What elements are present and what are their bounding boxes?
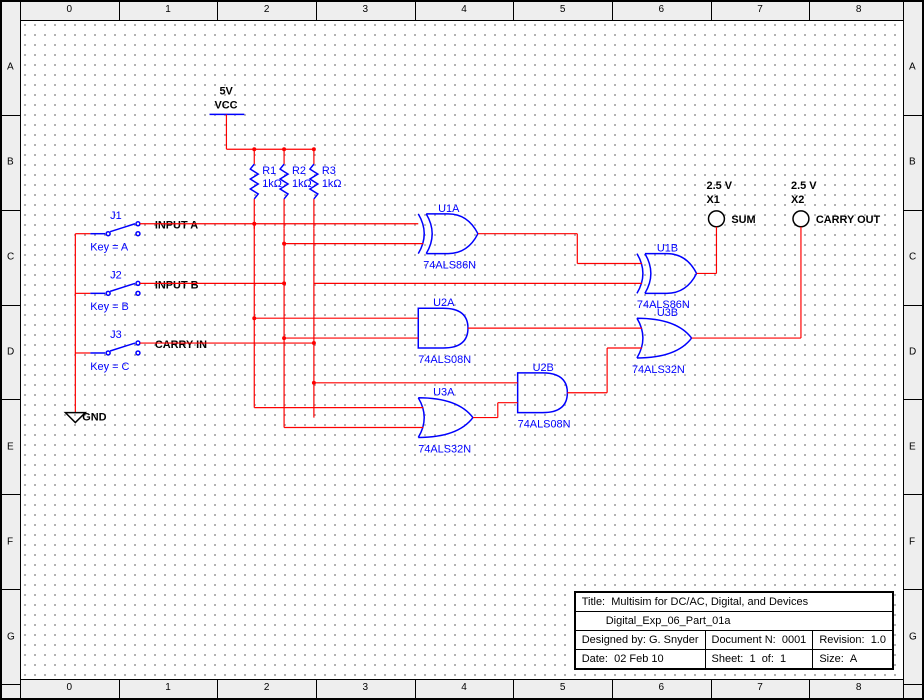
schematic-svg: 5V VCC R1 1kΩ R2 1kΩ xyxy=(20,20,904,680)
probe-X2: 2.5 V X2 CARRY OUT xyxy=(791,180,880,227)
svg-text:GND: GND xyxy=(82,412,106,424)
svg-text:2.5 V: 2.5 V xyxy=(791,180,817,192)
ruler-top: 012345678 xyxy=(2,2,922,21)
svg-text:R1: R1 xyxy=(262,165,276,177)
gnd-symbol: GND xyxy=(65,412,106,424)
switch-J3[interactable]: J3 Key = C CARRY IN xyxy=(90,329,207,373)
ruler-bottom: 012345678 xyxy=(2,679,922,698)
svg-text:1kΩ: 1kΩ xyxy=(322,178,342,190)
svg-text:J1: J1 xyxy=(110,210,122,222)
svg-text:1kΩ: 1kΩ xyxy=(262,178,282,190)
resistor-R3: R3 1kΩ xyxy=(310,149,342,229)
svg-text:SUM: SUM xyxy=(731,214,755,226)
ruler-left: ABCDEFG xyxy=(2,2,21,698)
gate-U3B: U3B 74ALS32N xyxy=(632,307,692,376)
switch-J1[interactable]: J1 Key = A INPUT A xyxy=(90,210,198,254)
gate-U1B: U1B 74ALS86N xyxy=(637,243,697,312)
date: 02 Feb 10 xyxy=(614,653,664,665)
probe-X1: 2.5 V X1 SUM xyxy=(707,180,756,227)
svg-text:CARRY OUT: CARRY OUT xyxy=(816,214,881,226)
gate-U1A: U1A 74ALS86N xyxy=(418,203,478,272)
vcc-symbol: 5V VCC xyxy=(210,86,245,150)
schematic-canvas[interactable]: 5V VCC R1 1kΩ R2 1kΩ xyxy=(20,20,904,680)
svg-text:U3B: U3B xyxy=(657,307,678,319)
ruler-right: ABCDEFG xyxy=(903,2,922,698)
subtitle-text: Digital_Exp_06_Part_01a xyxy=(606,615,731,627)
svg-text:R2: R2 xyxy=(292,165,306,177)
switch-J2[interactable]: J2 Key = B INPUT B xyxy=(90,269,198,313)
title-text: Multisim for DC/AC, Digital, and Devices xyxy=(611,596,808,608)
svg-text:VCC: VCC xyxy=(215,99,238,111)
svg-text:1kΩ: 1kΩ xyxy=(292,178,312,190)
resistor-R1: R1 1kΩ xyxy=(250,149,282,229)
designer: G. Snyder xyxy=(649,634,699,646)
title-block: Title: Multisim for DC/AC, Digital, and … xyxy=(574,591,894,670)
svg-text:U3A: U3A xyxy=(433,387,455,399)
gate-U2A: U2A 74ALS08N xyxy=(418,297,471,366)
svg-text:U2B: U2B xyxy=(533,362,554,374)
svg-text:X2: X2 xyxy=(791,194,804,206)
size: A xyxy=(850,653,857,665)
docnum: 0001 xyxy=(782,634,806,646)
svg-text:Key = B: Key = B xyxy=(90,301,129,313)
svg-text:INPUT A: INPUT A xyxy=(155,220,198,232)
svg-text:U1B: U1B xyxy=(657,243,678,255)
svg-text:2.5 V: 2.5 V xyxy=(707,180,733,192)
gate-U3A: U3A 74ALS32N xyxy=(418,387,473,456)
gate-U2B: U2B 74ALS08N xyxy=(518,362,571,431)
svg-text:J2: J2 xyxy=(110,269,122,281)
svg-text:74ALS32N: 74ALS32N xyxy=(418,443,471,455)
svg-text:Key = C: Key = C xyxy=(90,361,129,373)
svg-text:74ALS86N: 74ALS86N xyxy=(423,259,476,271)
resistor-R2: R2 1kΩ xyxy=(280,149,312,229)
svg-text:74ALS08N: 74ALS08N xyxy=(418,354,471,366)
svg-text:74ALS32N: 74ALS32N xyxy=(632,364,685,376)
svg-text:U1A: U1A xyxy=(438,203,460,215)
schematic-frame: 012345678 012345678 ABCDEFG ABCDEFG 5V V… xyxy=(0,0,924,700)
svg-text:CARRY IN: CARRY IN xyxy=(155,339,207,351)
svg-text:J3: J3 xyxy=(110,329,122,341)
svg-text:X1: X1 xyxy=(707,194,720,206)
svg-text:U2A: U2A xyxy=(433,297,455,309)
svg-text:74ALS08N: 74ALS08N xyxy=(518,419,571,431)
revision: 1.0 xyxy=(871,634,886,646)
svg-text:R3: R3 xyxy=(322,165,336,177)
svg-text:INPUT B: INPUT B xyxy=(155,279,199,291)
svg-text:Key = A: Key = A xyxy=(90,242,129,254)
svg-text:5V: 5V xyxy=(219,86,233,98)
